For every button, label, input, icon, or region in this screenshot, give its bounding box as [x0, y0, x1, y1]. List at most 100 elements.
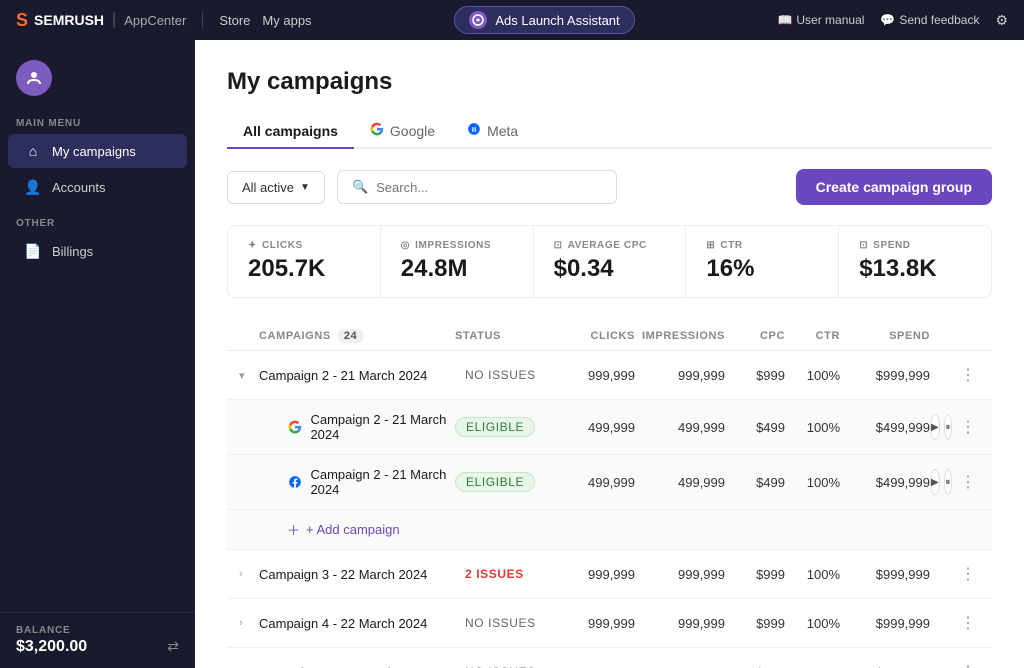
- search-input[interactable]: [376, 180, 602, 195]
- avg-cpc-icon: ⊡: [554, 240, 563, 251]
- stat-ctr: ⊞ CTR 16%: [686, 226, 838, 297]
- spend-cell: $499,999: [840, 420, 930, 435]
- ctr-cell: 100%: [785, 665, 840, 668]
- more-options-button[interactable]: ⋮: [956, 470, 980, 494]
- impressions-value: 24.8M: [401, 255, 513, 283]
- campaign-name: Campaign 3 - 22 March 2024: [259, 567, 455, 582]
- spend-cell: $999,999: [840, 616, 930, 631]
- more-options-button[interactable]: ⋮: [956, 562, 980, 586]
- status-badge: Eligible: [455, 417, 555, 437]
- tab-google[interactable]: Google: [354, 114, 451, 149]
- table-row: › Campaign 3 - 22 March 2024 2 issues 99…: [227, 550, 992, 599]
- campaign-name: Campaign 5 - 22 March 2024: [259, 665, 455, 668]
- stat-spend: ⊡ SPEND $13.8K: [839, 226, 991, 297]
- more-options-button[interactable]: ⋮: [956, 660, 980, 668]
- clicks-icon: ✦: [248, 240, 257, 251]
- col-header-impressions: IMPRESSIONS: [635, 330, 725, 342]
- user-manual-link[interactable]: 📖 User manual: [777, 13, 864, 27]
- status-badge: No issues: [455, 614, 555, 632]
- status-badge: No issues: [455, 366, 555, 384]
- sidebar-item-my-campaigns[interactable]: ⌂ My campaigns: [8, 134, 187, 168]
- active-filter-button[interactable]: All active ▼: [227, 171, 325, 204]
- settings-icon[interactable]: ⚙: [995, 12, 1008, 29]
- main-content: My campaigns All campaigns Google Meta: [195, 40, 1024, 668]
- balance-amount: $3,200.00: [16, 638, 87, 656]
- stat-impressions: ◎ IMPRESSIONS 24.8M: [381, 226, 533, 297]
- tab-meta[interactable]: Meta: [451, 114, 534, 149]
- pause-button[interactable]: ⏸: [944, 469, 952, 495]
- home-icon: ⌂: [24, 143, 42, 159]
- clicks-cell: 999,999: [555, 616, 635, 631]
- table-row: › Campaign 5 - 22 March 2024 No issues 9…: [227, 648, 992, 668]
- send-feedback-link[interactable]: 💬 Send feedback: [880, 13, 979, 27]
- impressions-cell: 499,999: [635, 420, 725, 435]
- col-header-ctr: CTR: [785, 330, 840, 342]
- sidebar-app-logo: [16, 60, 52, 96]
- ctr-value: 16%: [706, 255, 818, 283]
- play-button[interactable]: ▶: [930, 414, 940, 440]
- ctr-cell: 100%: [785, 420, 840, 435]
- google-tab-icon: [370, 122, 384, 139]
- clicks-cell: 999,999: [555, 665, 635, 668]
- table-row: Campaign 2 - 21 March 2024 Eligible 499,…: [227, 455, 992, 510]
- add-campaign-label: + Add campaign: [306, 522, 400, 537]
- clicks-cell: 999,999: [555, 567, 635, 582]
- impressions-cell: 999,999: [635, 665, 725, 668]
- message-icon: 💬: [880, 13, 895, 27]
- clicks-cell: 999,999: [555, 368, 635, 383]
- meta-tab-icon: [467, 122, 481, 139]
- ctr-icon: ⊞: [706, 240, 715, 251]
- semrush-text: SEMRUSH: [34, 12, 104, 28]
- campaign-name: Campaign 4 - 22 March 2024: [259, 616, 455, 631]
- tab-meta-label: Meta: [487, 123, 518, 139]
- ctr-cell: 100%: [785, 567, 840, 582]
- spend-cell: $999,999: [840, 368, 930, 383]
- more-options-button[interactable]: ⋮: [956, 363, 980, 387]
- spend-cell: $499,999: [840, 475, 930, 490]
- ctr-cell: 100%: [785, 475, 840, 490]
- sidebar-item-label: Billings: [52, 244, 93, 259]
- cpc-cell: $999: [725, 616, 785, 631]
- semrush-logo[interactable]: S SEMRUSH | AppCenter: [16, 10, 186, 31]
- col-header-cpc: CPC: [725, 330, 785, 342]
- nav-store[interactable]: Store: [219, 13, 250, 28]
- expand-icon[interactable]: ›: [239, 617, 259, 629]
- sidebar-item-label: My campaigns: [52, 144, 136, 159]
- clicks-cell: 499,999: [555, 475, 635, 490]
- create-campaign-group-button[interactable]: Create campaign group: [796, 169, 992, 205]
- more-options-button[interactable]: ⋮: [956, 415, 980, 439]
- sidebar-item-billings[interactable]: 📄 Billings: [8, 234, 187, 269]
- other-label: OTHER: [0, 206, 195, 233]
- main-menu-label: MAIN MENU: [0, 106, 195, 133]
- impressions-icon: ◎: [401, 240, 410, 251]
- play-button[interactable]: ▶: [930, 469, 940, 495]
- impressions-cell: 999,999: [635, 567, 725, 582]
- add-campaign-row[interactable]: ＋ + Add campaign: [227, 510, 992, 550]
- table-row: › Campaign 4 - 22 March 2024 No issues 9…: [227, 599, 992, 648]
- balance-action-icon[interactable]: ⇄: [167, 638, 179, 655]
- sub-campaign-name: Campaign 2 - 21 March 2024: [259, 467, 455, 497]
- spend-cell: $999,999: [840, 567, 930, 582]
- book-icon: 📖: [777, 13, 792, 27]
- pause-button[interactable]: ⏸: [944, 414, 952, 440]
- campaign-tabs: All campaigns Google Meta: [227, 114, 992, 149]
- nav-divider: [202, 12, 203, 28]
- clicks-value: 205.7K: [248, 255, 360, 283]
- balance-label: BALANCE: [16, 625, 179, 636]
- status-badge: Eligible: [455, 472, 555, 492]
- nav-my-apps[interactable]: My apps: [262, 13, 311, 28]
- expand-icon[interactable]: ›: [239, 568, 259, 580]
- stats-row: ✦ CLICKS 205.7K ◎ IMPRESSIONS 24.8M ⊡ AV…: [227, 225, 992, 298]
- sidebar-item-accounts[interactable]: 👤 Accounts: [8, 170, 187, 205]
- expand-icon[interactable]: ▾: [239, 369, 259, 382]
- cpc-cell: $499: [725, 475, 785, 490]
- app-badge[interactable]: Ads Launch Assistant: [454, 6, 634, 34]
- tab-google-label: Google: [390, 123, 435, 139]
- document-icon: 📄: [24, 243, 42, 260]
- more-options-button[interactable]: ⋮: [956, 611, 980, 635]
- tab-all-campaigns[interactable]: All campaigns: [227, 115, 354, 149]
- spend-value: $13.8K: [859, 255, 971, 283]
- tab-all-label: All campaigns: [243, 123, 338, 139]
- appcenter-label: AppCenter: [124, 13, 186, 28]
- col-header-campaigns: CAMPAIGNS24: [259, 330, 455, 342]
